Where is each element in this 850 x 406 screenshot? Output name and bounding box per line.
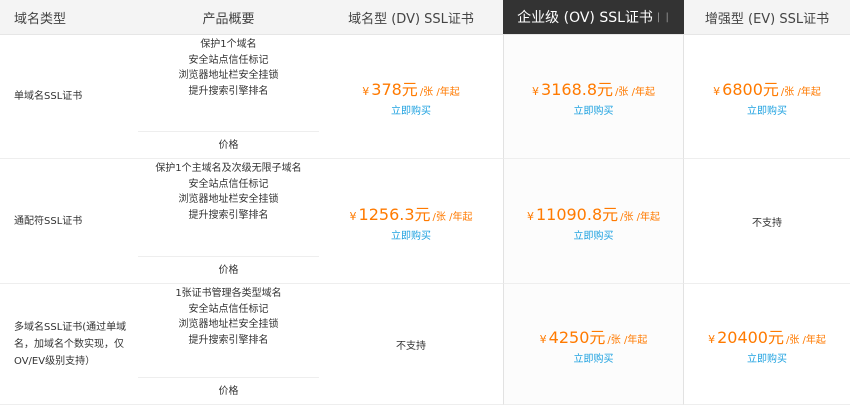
- price-unit: /张 /年起: [615, 87, 655, 98]
- price-amount: 3168.8元: [541, 80, 614, 99]
- row-name-multi-domain: 多域名SSL证书(通过单域名，加域名个数实现，仅OV/EV级别支持）: [0, 284, 138, 405]
- feature-item: 提升搜索引擎排名: [188, 85, 269, 97]
- buy-now-link-ev-multi[interactable]: 立即购买: [747, 350, 787, 365]
- price-ev-single: ¥6800元/张 /年起: [713, 76, 821, 100]
- not-supported-text: 不支持: [396, 340, 426, 352]
- price-dv-single: ¥378元/张 /年起: [362, 76, 459, 100]
- currency-symbol: ¥: [539, 332, 547, 346]
- header-dv-ssl: 域名型 (DV) SSL证书: [319, 0, 503, 35]
- price-cell-dv-single: ¥378元/张 /年起 立即购买: [319, 35, 503, 159]
- price-unit: /张 /年起: [419, 87, 460, 98]
- price-amount: 20400元: [717, 327, 784, 347]
- feature-list: 1张证书管理各类型域名 安全站点信任标记 浏览器地址栏安全挂锁 提升搜索引擎排名: [138, 284, 319, 348]
- header-domain-type: 域名类型: [0, 0, 138, 35]
- price-cell-ov-multi: ¥4250元/张 /年起 立即购买: [503, 284, 684, 405]
- overview-single-domain: 保护1个域名 安全站点信任标记 浏览器地址栏安全挂锁 提升搜索引擎排名 价格: [138, 35, 319, 159]
- not-supported-text: 不支持: [752, 217, 782, 229]
- feature-item: 提升搜索引擎排名: [188, 334, 269, 346]
- price-unit: /张 /年起: [432, 211, 473, 223]
- price-amount: 378元: [371, 80, 418, 99]
- price-cell-ov-single: ¥3168.8元/张 /年起 立即购买: [503, 35, 684, 159]
- feature-item: 浏览器地址栏安全挂锁: [178, 194, 279, 205]
- price-amount: 6800元: [722, 80, 779, 99]
- price-amount: 1256.3元: [358, 204, 431, 224]
- feature-item: 安全站点信任标记: [188, 54, 269, 66]
- price-cell-ev-multi: ¥20400元/张 /年起 立即购买: [684, 284, 850, 405]
- price-cell-ev-wildcard: 不支持: [684, 159, 850, 284]
- currency-symbol: ¥: [713, 85, 721, 98]
- feature-item: 安全站点信任标记: [188, 303, 269, 315]
- header-ev-ssl: 增强型 (EV) SSL证书: [684, 0, 850, 35]
- feature-item: 保护1个域名: [200, 39, 257, 50]
- feature-list: 保护1个域名 安全站点信任标记 浏览器地址栏安全挂锁 提升搜索引擎排名: [138, 35, 319, 99]
- ssl-pricing-table: 域名类型 产品概要 域名型 (DV) SSL证书 企业级 (OV) SSL证书 …: [0, 0, 850, 405]
- header-product-overview: 产品概要: [138, 0, 319, 35]
- currency-symbol: ¥: [526, 209, 534, 223]
- price-cell-ev-single: ¥6800元/张 /年起 立即购买: [684, 35, 850, 159]
- feature-item: 安全站点信任标记: [188, 178, 269, 190]
- header-ov-ssl-label: 企业级 (OV) SSL证书: [517, 10, 653, 26]
- price-unit: /张 /年起: [785, 334, 826, 346]
- price-ov-multi: ¥4250元/张 /年起: [540, 324, 648, 348]
- price-label: 价格: [138, 131, 319, 158]
- overview-wildcard: 保护1个主域名及次级无限子域名 安全站点信任标记 浏览器地址栏安全挂锁 提升搜索…: [138, 159, 319, 284]
- currency-symbol: ¥: [362, 85, 370, 98]
- price-cell-dv-wildcard: ¥1256.3元/张 /年起 立即购买: [319, 159, 503, 284]
- price-ov-wildcard: ¥11090.8元/张 /年起: [527, 201, 660, 225]
- row-name-single-domain: 单域名SSL证书: [0, 35, 138, 159]
- buy-now-link-dv-wildcard[interactable]: 立即购买: [391, 227, 431, 242]
- price-unit: /张 /年起: [780, 87, 821, 98]
- price-cell-dv-multi: 不支持: [319, 284, 503, 405]
- buy-now-link-ov-single[interactable]: 立即购买: [574, 102, 614, 117]
- currency-symbol: ¥: [532, 85, 540, 98]
- buy-now-link-dv-single[interactable]: 立即购买: [391, 102, 431, 117]
- feature-item: 浏览器地址栏安全挂锁: [178, 70, 279, 81]
- price-amount: 11090.8元: [535, 204, 619, 224]
- price-unit: /张 /年起: [607, 334, 648, 346]
- buy-now-link-ov-multi[interactable]: 立即购买: [574, 350, 614, 365]
- feature-item: 保护1个主域名及次级无限子域名: [155, 163, 302, 174]
- buy-now-link-ov-wildcard[interactable]: 立即购买: [574, 227, 614, 242]
- price-label: 价格: [138, 256, 319, 283]
- price-ev-multi: ¥20400元/张 /年起: [708, 324, 826, 348]
- feature-list: 保护1个主域名及次级无限子域名 安全站点信任标记 浏览器地址栏安全挂锁 提升搜索…: [138, 159, 319, 223]
- price-label: 价格: [138, 377, 319, 404]
- price-unit: /张 /年起: [620, 211, 661, 223]
- price-amount: 4250元: [548, 327, 606, 347]
- price-cell-ov-wildcard: ¥11090.8元/张 /年起 立即购买: [503, 159, 684, 284]
- header-ov-tail: | |: [656, 11, 670, 23]
- price-dv-wildcard: ¥1256.3元/张 /年起: [350, 201, 473, 225]
- feature-item: 提升搜索引擎排名: [188, 209, 269, 221]
- currency-symbol: ¥: [708, 332, 716, 346]
- row-name-wildcard: 通配符SSL证书: [0, 159, 138, 284]
- price-ov-single: ¥3168.8元/张 /年起: [532, 76, 655, 100]
- buy-now-link-ev-single[interactable]: 立即购买: [747, 102, 787, 117]
- feature-item: 1张证书管理各类型域名: [175, 288, 282, 299]
- feature-item: 浏览器地址栏安全挂锁: [178, 319, 279, 330]
- header-ov-ssl: 企业级 (OV) SSL证书 | |: [503, 0, 684, 35]
- currency-symbol: ¥: [349, 209, 357, 223]
- overview-multi-domain: 1张证书管理各类型域名 安全站点信任标记 浏览器地址栏安全挂锁 提升搜索引擎排名…: [138, 284, 319, 405]
